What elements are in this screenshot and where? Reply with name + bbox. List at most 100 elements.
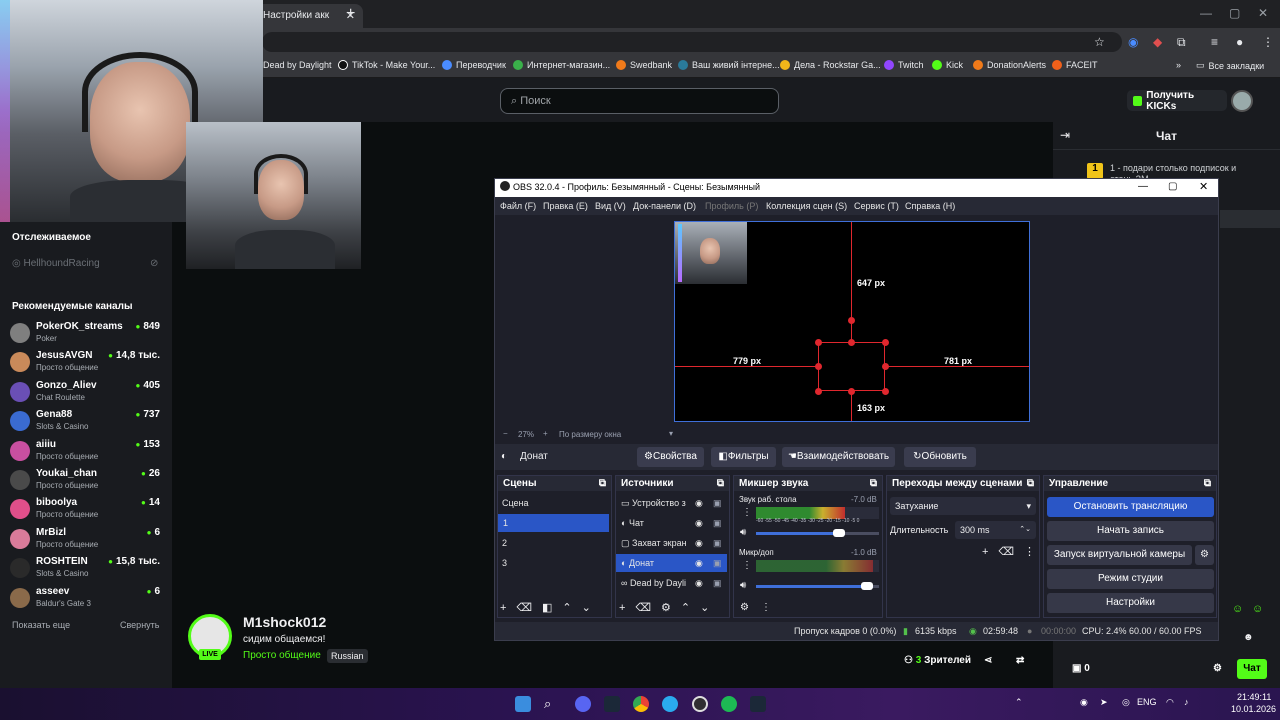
settings-button[interactable]: Настройки [1047,593,1214,613]
url-field[interactable] [262,32,1122,52]
emote-icon[interactable]: ☺ [1252,603,1263,615]
source-item[interactable]: ▢ Захват экран ◉ ▣ [621,538,727,549]
volume-slider-handle[interactable] [833,529,845,537]
transition-select[interactable]: Затухание ▾ [890,497,1036,515]
lock-icon[interactable]: ▣ [713,538,722,549]
steam-icon[interactable] [750,696,766,712]
channel-item[interactable]: Gena88Slots & Casino 737 [10,408,160,437]
collapse-link[interactable]: Свернуть [120,620,159,630]
zoom-in-icon[interactable]: + [543,429,548,438]
volume-icon[interactable]: ♪ [1184,697,1189,707]
interact-button[interactable]: ☚Взаимодействовать [782,447,895,467]
star-icon[interactable]: ☆ [1094,35,1105,49]
resize-handle[interactable] [882,363,889,370]
tray-app-icon[interactable]: ◉ [1080,697,1088,708]
chevron-down-icon[interactable]: ▾ [669,429,673,438]
bookmark-item[interactable]: Ваш живий інтерне... [678,60,780,70]
channel-item[interactable]: ROSHTEINSlots & Casino 15,8 тыс. [10,555,160,584]
menu-tools[interactable]: Сервис (T) [854,201,899,211]
channel-item[interactable]: JesusAVGNПросто общение 14,8 тыс. [10,349,160,378]
media-icon[interactable]: ≡ [1211,35,1218,49]
channel-item[interactable]: aiiiuПросто общение 153 [10,438,160,467]
show-more-link[interactable]: Показать еще [12,620,70,630]
get-kicks-button[interactable]: Получить KICKs [1127,90,1227,112]
chat-send-button[interactable]: Чат [1237,659,1267,679]
stream-category[interactable]: Просто общение [243,650,321,661]
bookmark-item[interactable]: FACEIT [1052,60,1098,70]
channel-item[interactable]: biboolyaПросто общение 14 [10,496,160,525]
refresh-button[interactable]: ↻Обновить [904,447,976,467]
eye-icon[interactable]: ◉ [695,518,703,529]
transition-controls[interactable]: +⌫⋮ [982,545,1045,558]
tray-chrome-icon[interactable]: ◎ [1122,697,1130,708]
source-item[interactable]: ◐ Чат ◉ ▣ [621,518,727,528]
bookmark-item[interactable]: Дела - Rockstar Ga... [780,60,881,70]
scene-item[interactable]: 3 [502,558,507,568]
resize-handle[interactable] [848,388,855,395]
resize-handle[interactable] [882,339,889,346]
emoji-icon[interactable]: ☻ [1243,632,1254,643]
resize-handle[interactable] [815,363,822,370]
start-recording-button[interactable]: Начать запись [1047,521,1214,541]
eye-icon[interactable]: ◉ [695,558,703,569]
virtual-camera-settings-icon[interactable]: ⚙ [1195,545,1214,565]
menu-view[interactable]: Вид (V) [595,201,626,211]
extensions-puzzle-icon[interactable]: ⧉ [1177,35,1186,50]
channel-item[interactable]: Youkai_chan Просто общение 26 [10,467,160,496]
settings-icon[interactable]: ⚙ [1213,663,1222,674]
all-bookmarks[interactable]: ▭ Все закладки [1196,60,1264,71]
lock-icon[interactable]: ▣ [713,498,722,509]
bookmark-item[interactable]: Swedbank [616,60,672,70]
channel-item[interactable]: asseevBaldur's Gate 3 6 [10,585,160,614]
menu-edit[interactable]: Правка (E) [543,201,588,211]
obs-icon[interactable] [692,696,708,712]
filters-button[interactable]: ◧Фильтры [711,447,776,467]
chrome-icon[interactable] [633,696,649,712]
extension-icon[interactable]: ◉ [1128,35,1138,49]
lock-icon[interactable]: ▣ [713,578,722,589]
bookmark-item[interactable]: Переводчик [442,60,506,70]
channel-item[interactable]: MrBizlПросто общение 6 [10,526,160,555]
maximize-icon[interactable]: ▢ [1229,6,1240,20]
obs-minimize-icon[interactable]: — [1138,181,1148,192]
volume-slider-handle[interactable] [861,582,873,590]
scene-item-selected[interactable]: 1 [498,514,609,532]
followed-channel[interactable]: ◎ HellhoundRacing [12,258,100,269]
stop-streaming-button[interactable]: Остановить трансляцию [1047,497,1214,517]
speaker-icon[interactable]: 🔊︎ [740,580,746,591]
tray-chevron-icon[interactable]: ⌃ [1015,697,1023,708]
tray-telegram-icon[interactable]: ➤ [1100,697,1108,708]
virtual-camera-button[interactable]: Запуск виртуальной камеры [1047,545,1192,565]
mixer-controls[interactable]: ⚙⋮ [740,602,783,613]
source-item[interactable]: ▭ Устройство з ◉ ▣ [621,498,727,509]
menu-icon[interactable]: ⋮ [1262,35,1274,49]
kicks-balance[interactable]: ▣ 0 [1072,663,1090,674]
collapse-chat-icon[interactable]: ⇥ [1060,128,1070,142]
channel-item[interactable]: PokerOK_streams Poker 849 [10,320,160,349]
bookmark-item[interactable]: Twitch [884,60,924,70]
scene-item[interactable]: 2 [502,538,507,548]
resize-handle[interactable] [815,339,822,346]
start-icon[interactable] [515,696,531,712]
resize-handle[interactable] [815,388,822,395]
user-avatar[interactable] [1231,90,1253,112]
source-controls[interactable]: +⌫⚙⌃⌄ [619,601,719,614]
source-item[interactable]: ∞ Dead by Dayli ◉ ▣ [621,578,727,588]
lock-icon[interactable]: ▣ [713,518,722,529]
rotate-handle[interactable] [848,317,855,324]
search-input[interactable]: ⌕ Поиск [500,88,779,114]
obs-close-icon[interactable]: ✕ [1199,180,1208,193]
steam-icon[interactable] [604,696,620,712]
obs-maximize-icon[interactable]: ▢ [1168,181,1177,192]
wifi-icon[interactable]: ◠ [1166,697,1174,708]
new-tab-button[interactable]: + [346,5,355,23]
search-icon[interactable]: ⌕ [544,696,560,712]
clock-time[interactable]: 21:49:11 [1237,692,1271,702]
menu-file[interactable]: Файл (F) [500,201,536,211]
bookmark-item[interactable]: DonationAlerts [973,60,1046,70]
selected-source-box[interactable] [818,342,885,391]
duration-input[interactable]: 300 ms ⌃⌄ [955,521,1036,539]
spotify-icon[interactable] [721,696,737,712]
menu-docks[interactable]: Док-панели (D) [633,201,696,211]
lock-icon[interactable]: ▣ [713,558,722,569]
